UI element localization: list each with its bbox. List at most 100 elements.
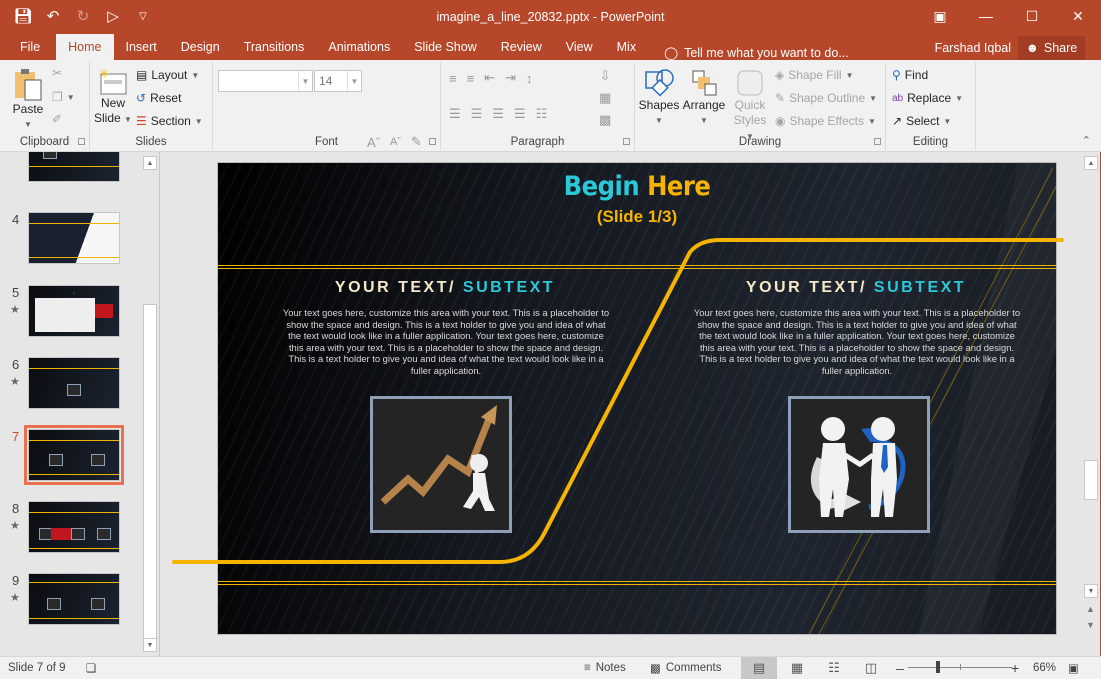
align-left-icon[interactable]: ☰: [449, 106, 461, 122]
user-name[interactable]: Farshad Iqbal: [935, 41, 1011, 55]
tab-transitions[interactable]: Transitions: [232, 34, 317, 60]
thumbnail-slide-6[interactable]: 6 ★: [0, 357, 140, 419]
tab-mix[interactable]: Mix: [605, 34, 648, 60]
normal-view-button[interactable]: ▤: [741, 657, 777, 679]
shape-fill-button[interactable]: ◈ Shape Fill ▼: [775, 68, 854, 82]
comments-button[interactable]: ▩ Comments: [650, 657, 721, 679]
thumbnail-slide-4[interactable]: 4: [0, 212, 140, 274]
thumbnail-scrollbar[interactable]: ▲ ▼: [143, 156, 157, 652]
font-launcher[interactable]: [429, 138, 436, 145]
shape-effects-button[interactable]: ◉ Shape Effects ▼: [775, 114, 876, 128]
new-slide-button[interactable]: ✳ New Slide ▼: [94, 68, 132, 127]
font-name-input[interactable]: ▼: [218, 70, 313, 92]
growth-chart-image[interactable]: [370, 396, 512, 533]
slide-show-button[interactable]: ◫: [853, 657, 889, 679]
decrease-indent-icon[interactable]: ⇤: [484, 70, 495, 86]
numbering-icon[interactable]: ≡: [467, 71, 475, 86]
thumbnail-slide-9[interactable]: 9 ★: [0, 573, 140, 635]
chevron-down-icon[interactable]: ▼: [298, 71, 312, 91]
scrollbar-thumb[interactable]: [1084, 460, 1098, 500]
fit-slide-icon[interactable]: ▣: [1068, 657, 1079, 679]
paragraph-launcher[interactable]: [623, 138, 630, 145]
scroll-up-icon[interactable]: ▲: [1084, 156, 1098, 170]
ribbon-display-options-icon[interactable]: ▣: [917, 0, 963, 32]
clipboard-launcher[interactable]: [78, 138, 85, 145]
column-2-body[interactable]: Your text goes here, customize this area…: [692, 307, 1022, 376]
maximize-icon[interactable]: ☐: [1009, 0, 1055, 32]
align-right-icon[interactable]: ☰: [492, 106, 504, 122]
copy-button[interactable]: ❐ ▼: [52, 90, 75, 104]
shape-outline-button[interactable]: ✎ Shape Outline ▼: [775, 91, 877, 105]
tab-home[interactable]: Home: [56, 34, 114, 60]
arrange-button[interactable]: Arrange ▼: [681, 68, 727, 128]
chevron-down-icon[interactable]: ▼: [347, 71, 361, 91]
line-spacing-icon[interactable]: ↕: [526, 71, 533, 86]
zoom-level[interactable]: 66%: [1033, 657, 1056, 679]
tab-review[interactable]: Review: [489, 34, 554, 60]
column-1-heading[interactable]: YOUR TEXT/ SUBTEXT: [275, 279, 615, 297]
zoom-out-button[interactable]: –: [896, 657, 904, 679]
arrange-icon: [692, 70, 717, 96]
section-button[interactable]: ☰ Section ▼: [136, 114, 203, 128]
handshake-image[interactable]: [788, 396, 930, 533]
shapes-button[interactable]: Shapes ▼: [639, 68, 679, 128]
tell-me-box[interactable]: ◯ Tell me what you want to do...: [648, 45, 849, 61]
select-button[interactable]: ↗ Select ▼: [892, 114, 951, 128]
spell-check-icon[interactable]: ❏: [86, 657, 96, 679]
scroll-down-icon[interactable]: ▼: [1084, 584, 1098, 598]
thumbnail-slide-3[interactable]: [0, 152, 140, 202]
share-button[interactable]: ☻ Share: [1018, 36, 1085, 60]
slide-sorter-button[interactable]: ▦: [779, 657, 815, 679]
scrollbar-thumb[interactable]: [143, 304, 157, 640]
paste-button[interactable]: Paste ▼: [8, 68, 48, 132]
increase-indent-icon[interactable]: ⇥: [505, 70, 516, 86]
smartart-icon[interactable]: ▩: [599, 112, 611, 128]
text-direction-icon[interactable]: ⇩: [600, 68, 611, 84]
tab-slide-show[interactable]: Slide Show: [402, 34, 489, 60]
reading-view-button[interactable]: ☷: [816, 657, 852, 679]
thumbnail-slide-5[interactable]: 5 ★ •: [0, 285, 140, 347]
tab-insert[interactable]: Insert: [114, 34, 169, 60]
grow-font-icon[interactable]: Aˆ: [367, 135, 380, 150]
slide-title[interactable]: Begin Here: [218, 171, 1056, 202]
scroll-up-icon[interactable]: ▲: [143, 156, 157, 170]
tab-view[interactable]: View: [554, 34, 605, 60]
cut-button[interactable]: ✂: [52, 66, 62, 80]
tab-file[interactable]: File: [0, 34, 56, 60]
reset-button[interactable]: ↺ Reset: [136, 91, 181, 105]
column-1-body[interactable]: Your text goes here, customize this area…: [281, 307, 611, 376]
columns-icon[interactable]: ☷: [536, 106, 548, 122]
notes-button[interactable]: ≡ Notes: [584, 657, 626, 679]
close-icon[interactable]: ✕: [1055, 0, 1101, 32]
scroll-down-icon[interactable]: ▼: [143, 638, 157, 652]
zoom-in-button[interactable]: +: [1011, 657, 1019, 679]
zoom-slider-thumb[interactable]: [936, 661, 940, 673]
minimize-icon[interactable]: —: [963, 0, 1009, 32]
tab-animations[interactable]: Animations: [316, 34, 402, 60]
slide-scrollbar[interactable]: ▲ ▼ ▲ ▼: [1084, 156, 1098, 652]
format-painter-button[interactable]: ✐: [52, 112, 62, 126]
person-icon: ☻: [1025, 41, 1039, 55]
shrink-font-icon[interactable]: Aˇ: [390, 136, 401, 148]
find-button[interactable]: ⚲ Find: [892, 68, 928, 82]
thumbnail-slide-8[interactable]: 8 ★: [0, 501, 140, 563]
previous-slide-icon[interactable]: ▲: [1086, 604, 1095, 614]
justify-icon[interactable]: ☰: [514, 106, 526, 122]
slides-label: Slides: [135, 136, 167, 148]
column-2-heading[interactable]: YOUR TEXT/ SUBTEXT: [686, 279, 1026, 297]
align-center-icon[interactable]: ☰: [471, 106, 483, 122]
tab-design[interactable]: Design: [169, 34, 232, 60]
next-slide-icon[interactable]: ▼: [1086, 620, 1095, 630]
thumbnail-slide-7[interactable]: 7: [0, 425, 140, 491]
font-size-input[interactable]: 14 ▼: [314, 70, 362, 92]
clear-formatting-icon[interactable]: ✎: [411, 134, 422, 150]
slide-subtitle[interactable]: (Slide 1/3): [218, 207, 1056, 227]
quick-styles-button[interactable]: Quick Styles ▼: [729, 68, 771, 144]
drawing-launcher[interactable]: [874, 138, 881, 145]
align-text-icon[interactable]: ▦: [599, 90, 611, 106]
slide-canvas[interactable]: Begin Here (Slide 1/3) YOUR TEXT/ SUBTEX…: [217, 162, 1057, 635]
collapse-ribbon-icon[interactable]: ⌃: [1082, 134, 1091, 147]
bullets-icon[interactable]: ≡: [449, 71, 457, 86]
layout-button[interactable]: ▤ Layout ▼: [136, 68, 199, 82]
replace-button[interactable]: ab Replace ▼: [892, 91, 963, 105]
